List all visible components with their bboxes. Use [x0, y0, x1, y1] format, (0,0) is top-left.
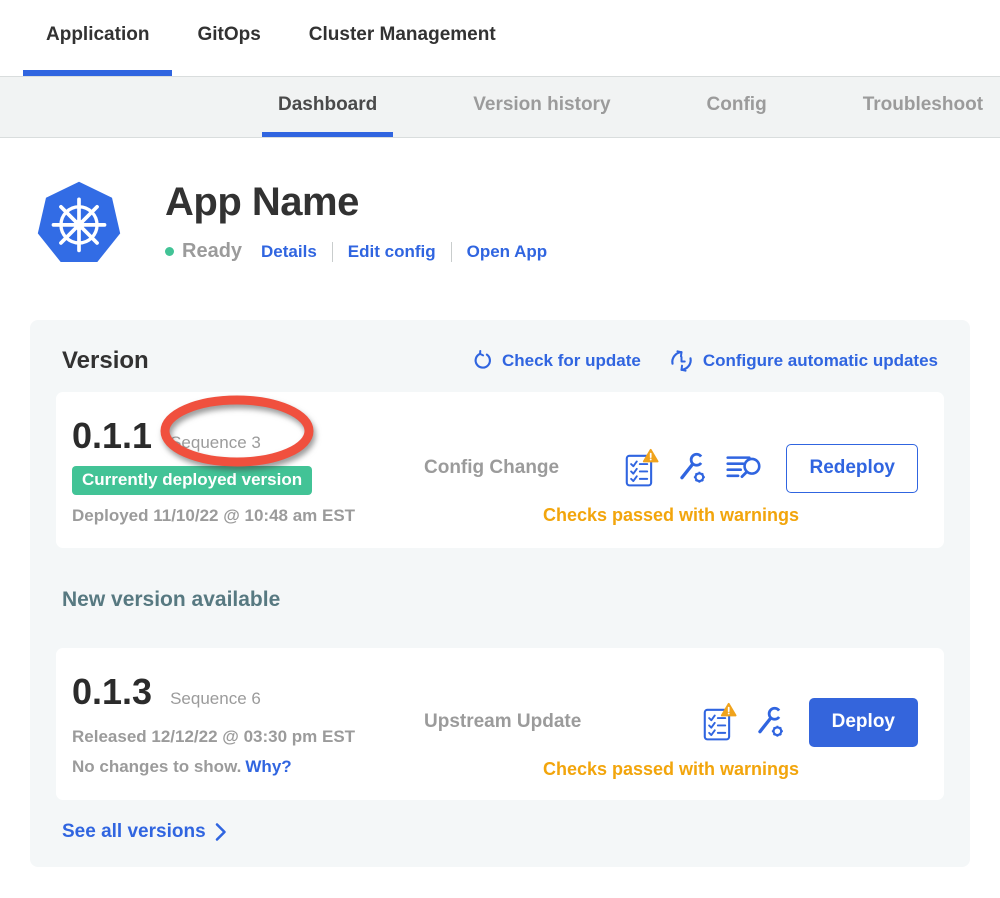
refresh-icon	[471, 350, 494, 373]
see-all-versions-link[interactable]: See all versions	[62, 821, 227, 843]
deployed-timestamp: Deployed 11/10/22 @ 10:48 am EST	[72, 506, 424, 526]
available-version-info: 0.1.3 Sequence 6 Released 12/12/22 @ 03:…	[72, 671, 424, 777]
open-app-link[interactable]: Open App	[467, 242, 548, 262]
released-timestamp: Released 12/12/22 @ 03:30 pm EST	[72, 727, 424, 747]
available-version-details: Upstream Update	[424, 698, 918, 780]
version-title: Version	[62, 347, 149, 375]
status-text: Ready	[182, 240, 242, 263]
redeploy-button[interactable]: Redeploy	[786, 444, 918, 493]
top-navigation: Application GitOps Cluster Management	[0, 0, 1000, 76]
check-for-update-button[interactable]: Check for update	[471, 350, 641, 373]
why-link[interactable]: Why?	[245, 757, 291, 776]
available-sequence-label: Sequence 6	[170, 689, 261, 709]
deployed-source-label: Config Change	[424, 457, 559, 479]
no-changes-label: No changes to show.	[72, 757, 241, 776]
available-version-number: 0.1.3	[72, 671, 152, 713]
available-checks-status: Checks passed with warnings	[424, 759, 918, 780]
see-all-versions-label: See all versions	[62, 821, 206, 843]
tab-dashboard[interactable]: Dashboard	[262, 77, 393, 137]
currently-deployed-badge: Currently deployed version	[72, 466, 312, 495]
tab-troubleshoot[interactable]: Troubleshoot	[847, 77, 999, 137]
configure-automatic-updates-button[interactable]: Configure automatic updates	[668, 348, 938, 374]
auto-update-clock-icon	[668, 348, 695, 374]
link-divider	[451, 242, 452, 262]
no-changes-text: No changes to show.Why?	[72, 757, 424, 777]
preflight-checks-warning-icon[interactable]	[703, 702, 737, 742]
config-wrench-icon[interactable]	[754, 706, 787, 739]
topnav-tab-gitops[interactable]: GitOps	[174, 0, 283, 76]
available-version-card: 0.1.3 Sequence 6 Released 12/12/22 @ 03:…	[56, 648, 944, 800]
available-source-label: Upstream Update	[424, 711, 581, 733]
preflight-checks-warning-icon[interactable]	[625, 448, 659, 488]
app-meta: App Name Ready Details Edit config Open …	[165, 178, 547, 263]
deployed-version-details: Config Change	[424, 444, 918, 526]
deployed-version-info: 0.1.1 Sequence 3 Currently deployed vers…	[72, 415, 424, 526]
status-ready-dot	[165, 247, 174, 256]
details-link[interactable]: Details	[261, 242, 317, 262]
app-name-title: App Name	[165, 180, 547, 225]
edit-config-link[interactable]: Edit config	[348, 242, 436, 262]
topnav-tab-application[interactable]: Application	[23, 0, 172, 76]
available-version-icons	[703, 702, 787, 742]
tab-config[interactable]: Config	[691, 77, 783, 137]
tab-version-history[interactable]: Version history	[457, 77, 626, 137]
version-actions: Check for update Configure automatic upd…	[471, 348, 938, 374]
config-wrench-icon[interactable]	[676, 452, 709, 485]
dashboard-content: App Name Ready Details Edit config Open …	[0, 138, 1000, 867]
deployed-sequence-label: Sequence 3	[170, 433, 261, 453]
app-status-row: Ready Details Edit config Open App	[165, 240, 547, 263]
app-tab-bar: Dashboard Version history Config Trouble…	[0, 76, 1000, 138]
deployed-checks-status: Checks passed with warnings	[424, 505, 918, 526]
deployed-version-card: 0.1.1 Sequence 3 Currently deployed vers…	[56, 392, 944, 548]
chevron-right-icon	[215, 822, 227, 842]
configure-automatic-updates-label: Configure automatic updates	[703, 351, 938, 371]
topnav-tab-cluster-management[interactable]: Cluster Management	[286, 0, 519, 76]
app-header: App Name Ready Details Edit config Open …	[0, 138, 1000, 270]
link-divider	[332, 242, 333, 262]
kubernetes-logo	[35, 178, 123, 270]
view-diff-logs-icon[interactable]	[726, 454, 764, 482]
check-for-update-label: Check for update	[502, 351, 641, 371]
deployed-version-number: 0.1.1	[72, 415, 152, 457]
version-section: Version Check for update	[30, 320, 970, 867]
deployed-version-icons	[625, 448, 764, 488]
new-version-available-heading: New version available	[62, 588, 944, 612]
deploy-button[interactable]: Deploy	[809, 698, 918, 747]
version-section-header: Version Check for update	[56, 347, 944, 375]
